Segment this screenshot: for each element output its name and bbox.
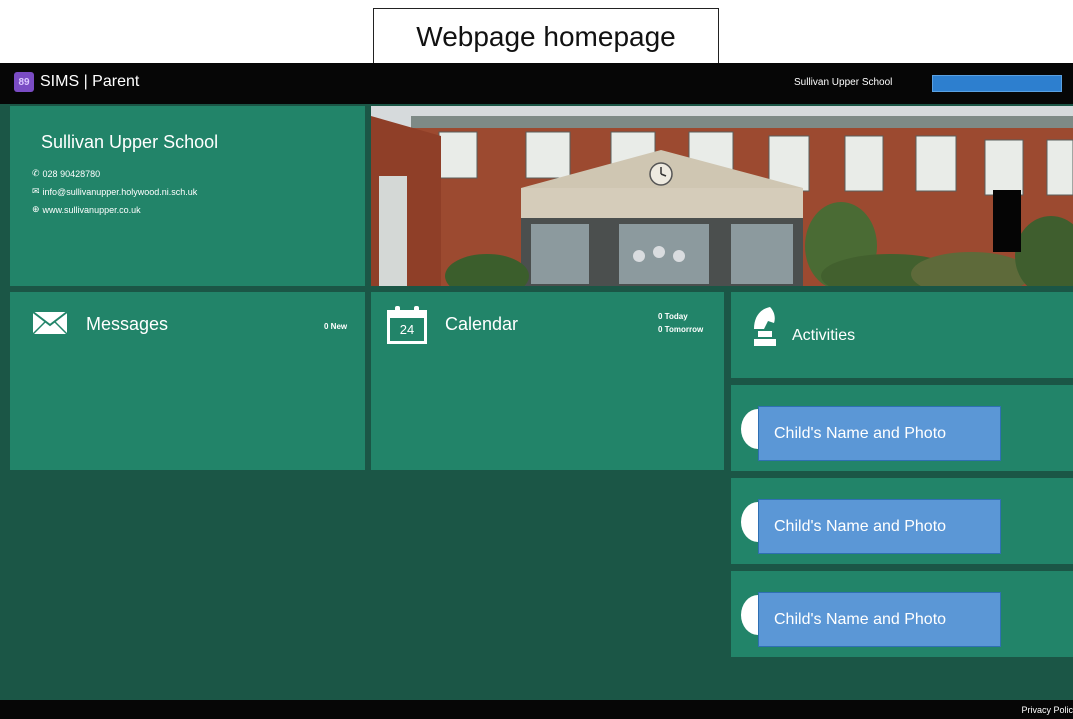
phone-icon: ✆: [32, 168, 40, 178]
sims-logo-icon[interactable]: 89: [14, 72, 34, 92]
child-card-3[interactable]: Child's Name and Photo: [731, 571, 1073, 657]
child-card-2[interactable]: Child's Name and Photo: [731, 478, 1073, 564]
school-website[interactable]: www.sullivanupper.co.uk: [43, 205, 141, 215]
school-email-row[interactable]: ✉ info@sullivanupper.holywood.ni.sch.uk: [32, 186, 197, 197]
chess-knight-icon: [754, 307, 776, 346]
child-name-button-1[interactable]: Child's Name and Photo: [758, 406, 1001, 461]
messages-tile[interactable]: Messages 0 New: [10, 292, 365, 470]
calendar-tile[interactable]: 24 Calendar 0 Today 0 Tomorrow: [371, 292, 724, 470]
dashboard: Sullivan Upper School ✆ 028 90428780 ✉ i…: [0, 104, 1073, 700]
user-account-menu[interactable]: [932, 75, 1062, 92]
calendar-title: Calendar: [445, 314, 519, 334]
header-school-name: Sullivan Upper School: [794, 77, 893, 88]
screenshot-caption: Webpage homepage: [373, 8, 719, 65]
messages-title: Messages: [86, 314, 169, 334]
school-phone: 028 90428780: [42, 168, 101, 179]
calendar-icon: 24: [387, 306, 427, 344]
calendar-day: 24: [399, 322, 415, 337]
school-email[interactable]: info@sullivanupper.holywood.ni.sch.uk: [43, 187, 198, 197]
envelope-icon: ✉: [32, 186, 40, 196]
child-name-button-2[interactable]: Child's Name and Photo: [758, 499, 1001, 554]
school-building-photo: [371, 106, 1073, 286]
child-name-button-3[interactable]: Child's Name and Photo: [758, 592, 1001, 647]
app-title[interactable]: SIMS | Parent: [40, 73, 139, 91]
activities-tile[interactable]: Activities: [731, 292, 1073, 378]
privacy-policy-link[interactable]: Privacy Polic: [1021, 705, 1073, 715]
calendar-tomorrow-count: 0 Tomorrow: [658, 325, 704, 334]
calendar-today-count: 0 Today: [658, 312, 688, 321]
school-phone-row: ✆ 028 90428780: [32, 168, 100, 179]
envelope-icon: [32, 311, 68, 335]
child-card-1[interactable]: Child's Name and Photo: [731, 385, 1073, 471]
school-info-tile: Sullivan Upper School ✆ 028 90428780 ✉ i…: [10, 106, 365, 286]
messages-new-count: 0 New: [324, 322, 348, 331]
top-navigation-bar: 89 SIMS | Parent Sullivan Upper School: [0, 63, 1073, 104]
school-name-heading: Sullivan Upper School: [41, 132, 219, 152]
activities-title: Activities: [792, 327, 856, 344]
footer-bar: Privacy Polic: [0, 700, 1073, 719]
school-website-row[interactable]: ⊕ www.sullivanupper.co.uk: [32, 204, 141, 215]
calendar-counts: 0 Today 0 Tomorrow: [658, 310, 703, 336]
globe-icon: ⊕: [32, 204, 40, 214]
